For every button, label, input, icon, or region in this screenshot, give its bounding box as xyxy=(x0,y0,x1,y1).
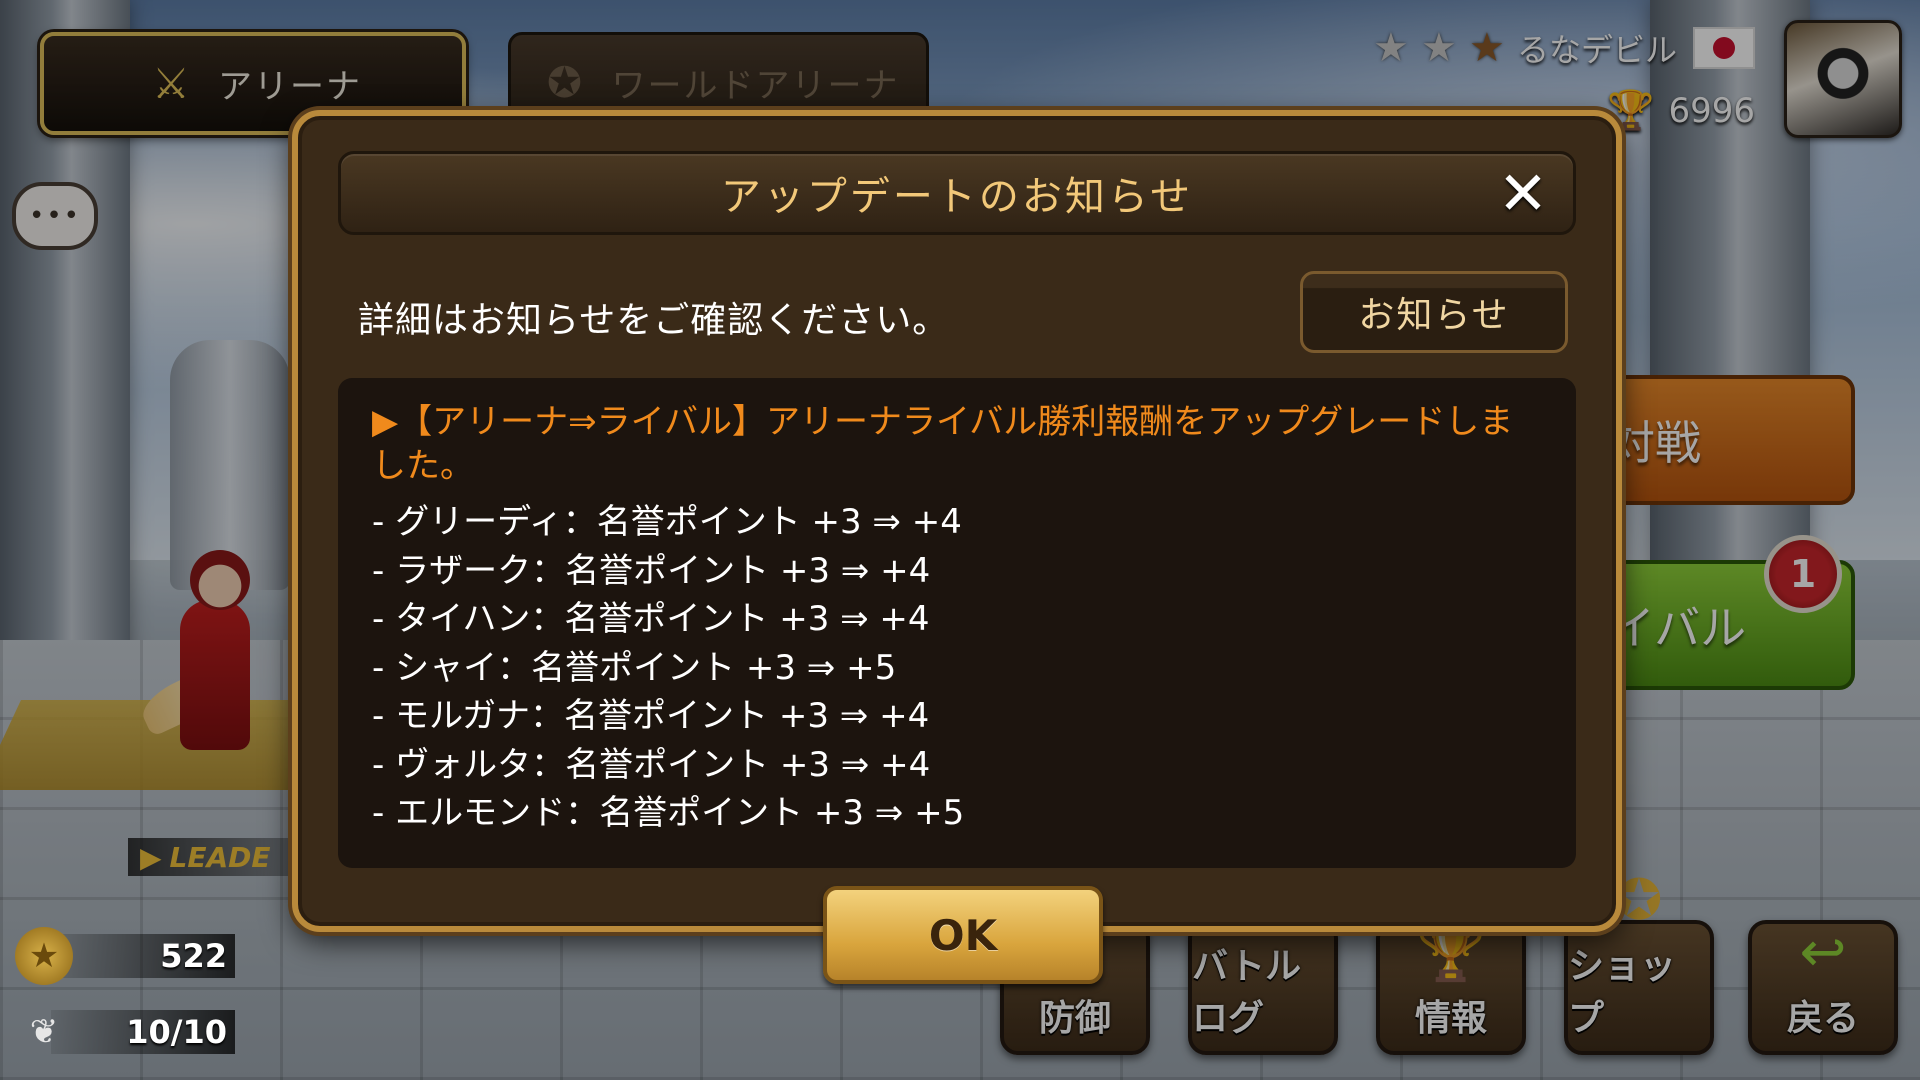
dialog-title: アップデートのお知らせ xyxy=(720,174,1194,220)
list-item: - モルガナ：名誉ポイント +3 ⇒ +4 xyxy=(372,696,930,736)
list-item: - タイハン：名誉ポイント +3 ⇒ +4 xyxy=(372,599,930,639)
list-item: - ラザーク：名誉ポイント +3 ⇒ +4 xyxy=(372,550,931,591)
dialog-subtitle: 詳細はお知らせをご確認ください。 xyxy=(358,300,950,341)
update-headline: ▶【アリーナ⇒ライバル】アリーナライバル勝利報酬をアップグレードしました。 xyxy=(372,402,1514,486)
update-details-panel: ▶【アリーナ⇒ライバル】アリーナライバル勝利報酬をアップグレードしました。 - … xyxy=(338,378,1576,868)
list-item: - グリーディ：名誉ポイント +3 ⇒ +4 xyxy=(372,502,962,542)
list-item: - シャイ：名誉ポイント +3 ⇒ +5 xyxy=(372,647,897,688)
list-item: - ヴォルタ：名誉ポイント +3 ⇒ +4 xyxy=(372,744,931,785)
ok-button[interactable]: OK xyxy=(823,886,1103,984)
notice-button[interactable]: お知らせ xyxy=(1300,271,1568,353)
dialog-title-bar: アップデートのお知らせ ✕ xyxy=(338,151,1576,235)
medal-value: 522 xyxy=(160,937,227,975)
list-item: - エルモンド：名誉ポイント +3 ⇒ +5 xyxy=(372,793,965,833)
update-notice-dialog: アップデートのお知らせ ✕ 詳細はお知らせをご確認ください。 お知らせ ▶【アリ… xyxy=(292,110,1622,984)
medal-star-icon: ★ xyxy=(15,927,73,985)
close-icon[interactable]: ✕ xyxy=(1495,164,1551,224)
wings-icon: ❦ xyxy=(29,1012,59,1052)
wings-value: 10/10 xyxy=(126,1013,227,1051)
